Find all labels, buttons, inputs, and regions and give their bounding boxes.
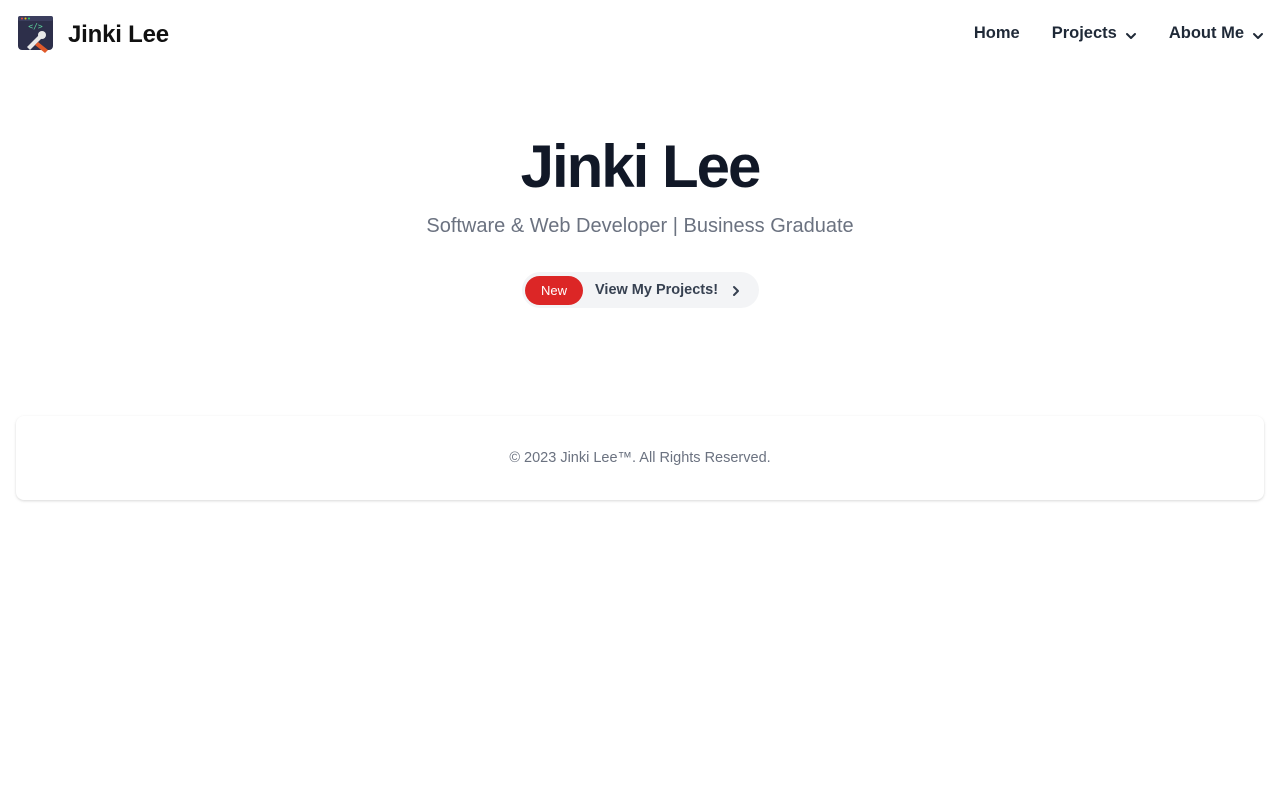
developer-tools-icon: </> (18, 16, 54, 54)
brand-link[interactable]: </> Jinki Lee (18, 16, 169, 54)
main-nav: Home Projects About Me (942, 24, 1264, 43)
view-projects-button[interactable]: New View My Projects! (522, 272, 759, 308)
view-projects-label: View My Projects! (595, 282, 719, 298)
svg-text:</>: </> (28, 22, 43, 31)
hero-title: Jinki Lee (520, 133, 762, 200)
nav-projects-label: Projects (1051, 24, 1117, 42)
nav-about-dropdown[interactable]: About Me (1169, 24, 1264, 43)
brand-name: Jinki Lee (68, 21, 169, 48)
navbar: </> Jinki Lee Home Projects About Me (0, 0, 1280, 72)
nav-home-label: Home (973, 24, 1020, 42)
chevron-right-icon (730, 284, 742, 296)
chevron-down-icon (1252, 28, 1264, 40)
nav-home[interactable]: Home (974, 24, 1020, 43)
copyright-text: © 2023 Jinki Lee™. All Rights Reserved. (509, 450, 771, 466)
chevron-down-icon (1125, 28, 1137, 40)
hero-subtitle: Software & Web Developer | Business Grad… (426, 215, 854, 237)
new-badge: New (525, 275, 583, 305)
nav-about-label: About Me (1168, 24, 1244, 42)
footer: © 2023 Jinki Lee™. All Rights Reserved. (16, 416, 1264, 500)
nav-projects-dropdown[interactable]: Projects (1052, 24, 1137, 43)
